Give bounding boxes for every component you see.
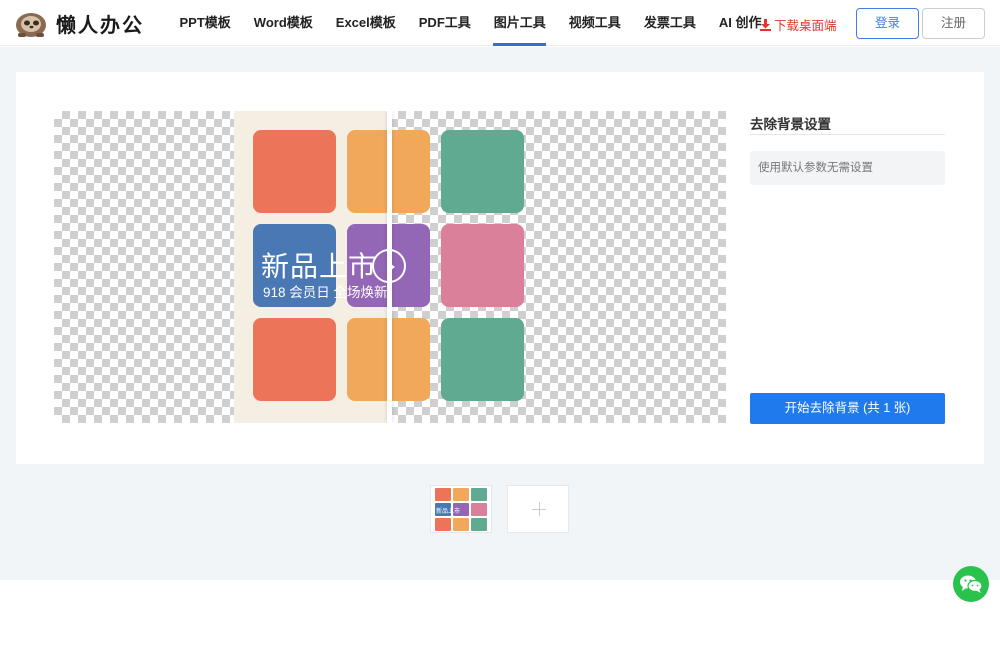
- wechat-icon: [960, 575, 983, 593]
- main-nav: PPT模板 Word模板 Excel模板 PDF工具 图片工具 视频工具 发票工…: [168, 0, 773, 46]
- settings-hint: 使用默认参数无需设置: [750, 151, 945, 185]
- thumb-tile: [435, 488, 451, 501]
- nav-item-image-tools[interactable]: 图片工具: [482, 0, 557, 46]
- brand-name: 懒人办公: [56, 14, 144, 37]
- settings-title: 去除背景设置: [750, 117, 831, 132]
- tile-orange-top: [253, 130, 336, 213]
- add-image-button[interactable]: [507, 485, 569, 533]
- thumb-tile: [453, 518, 469, 531]
- download-desktop-link[interactable]: 下载桌面端: [760, 15, 837, 34]
- download-label: 下载桌面端: [774, 19, 837, 33]
- nav-item-excel[interactable]: Excel模板: [324, 0, 407, 46]
- preview-subline: 918 会员日 全场焕新: [263, 285, 388, 300]
- download-icon: [760, 18, 771, 31]
- nav-item-word[interactable]: Word模板: [242, 0, 324, 46]
- settings-divider: [750, 134, 945, 135]
- tile-green-bottom: [441, 318, 524, 401]
- nav-item-ppt[interactable]: PPT模板: [168, 0, 242, 46]
- nav-item-pdf[interactable]: PDF工具: [407, 0, 482, 46]
- workspace: 新品上市 918 会员日 全场焕新 去除背景设置 使用默认参数无需设置 开始去除…: [0, 47, 1000, 602]
- thumb-tile: [471, 518, 487, 531]
- thumb-tile: [435, 518, 451, 531]
- start-remove-bg-button[interactable]: 开始去除背景 (共 1 张): [750, 393, 945, 424]
- remove-bg-card: 新品上市 918 会员日 全场焕新 去除背景设置 使用默认参数无需设置 开始去除…: [16, 72, 984, 464]
- nav-item-invoice-tools[interactable]: 发票工具: [632, 0, 707, 46]
- wechat-float-button[interactable]: [953, 566, 989, 602]
- compare-slider-play-icon[interactable]: [372, 249, 406, 283]
- image-thumbnail[interactable]: 新品上市: [430, 485, 492, 533]
- register-button[interactable]: 注册: [922, 8, 985, 39]
- thumb-tile: [471, 488, 487, 501]
- thumb-label: 新品上市: [436, 509, 461, 515]
- image-preview[interactable]: 新品上市 918 会员日 全场焕新: [54, 111, 726, 423]
- tile-pink-middle: [441, 224, 524, 307]
- tile-green-top: [441, 130, 524, 213]
- top-header: 懒人办公 PPT模板 Word模板 Excel模板 PDF工具 图片工具 视频工…: [0, 0, 1000, 46]
- login-button[interactable]: 登录: [856, 8, 919, 39]
- thumb-tile: [453, 488, 469, 501]
- preview-headline: 新品上市: [261, 251, 378, 282]
- nav-item-video-tools[interactable]: 视频工具: [557, 0, 632, 46]
- logo[interactable]: 懒人办公: [14, 8, 144, 38]
- tile-orange-bottom: [253, 318, 336, 401]
- sloth-logo-icon: [14, 8, 50, 38]
- thumb-tile: [471, 503, 487, 516]
